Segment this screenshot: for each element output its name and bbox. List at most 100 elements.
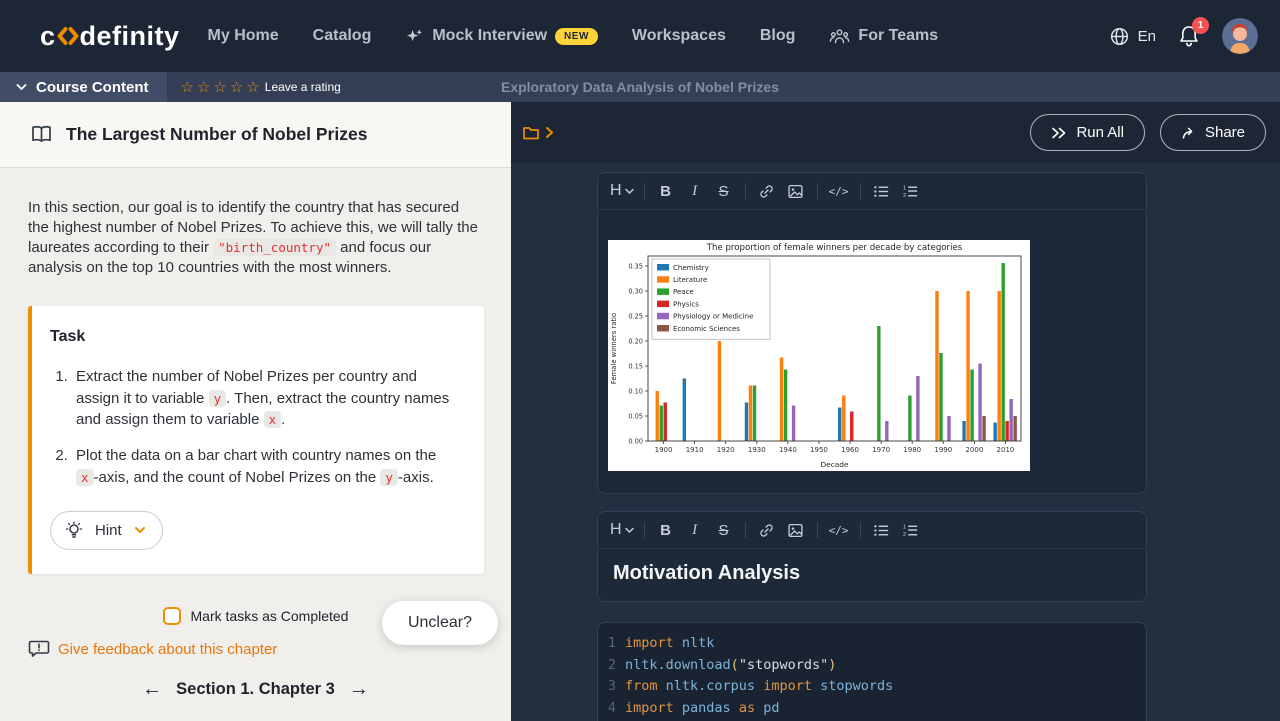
bullet-list-icon[interactable] <box>871 519 893 541</box>
codefinity-logo[interactable]: c definity <box>40 21 180 52</box>
mark-completed-checkbox[interactable] <box>163 607 181 625</box>
unclear-button[interactable]: Unclear? <box>382 601 498 645</box>
svg-text:0.30: 0.30 <box>628 287 643 295</box>
notebook-scroll-area[interactable]: HBIS</>12 The proportion of female winne… <box>511 163 1280 721</box>
image-cell: HBIS</>12 The proportion of female winne… <box>597 172 1147 494</box>
svg-text:Physiology or Medicine: Physiology or Medicine <box>673 313 753 321</box>
logo-text-suffix: definity <box>80 21 180 52</box>
toolbar-separator <box>817 183 818 199</box>
italic-icon[interactable]: I <box>684 519 706 541</box>
hint-button[interactable]: Hint <box>50 511 163 550</box>
inline-code-chip: x <box>264 411 282 428</box>
markdown-cell: HBIS </> 12 Motivation Analysis <box>597 511 1147 602</box>
nav-item-my-home[interactable]: My Home <box>208 27 279 45</box>
code-icon[interactable]: </> <box>828 180 850 202</box>
feedback-label: Give feedback about this chapter <box>58 641 277 658</box>
strikethrough-icon[interactable]: S <box>713 519 735 541</box>
bullet-list-icon[interactable] <box>871 180 893 202</box>
toolbar-separator <box>644 183 645 199</box>
logo-text-prefix: c <box>40 21 56 52</box>
svg-text:0.35: 0.35 <box>628 262 643 270</box>
svg-text:Female winners ratio: Female winners ratio <box>610 313 618 384</box>
notification-badge: 1 <box>1192 17 1209 34</box>
lesson-title: The Largest Number of Nobel Prizes <box>66 124 367 145</box>
svg-text:1: 1 <box>903 185 906 191</box>
next-chapter-arrow[interactable]: → <box>349 679 369 699</box>
heading-icon[interactable]: H <box>610 519 634 541</box>
chapter-nav: ← Section 1. Chapter 3 → <box>0 663 511 721</box>
nav-item-label: My Home <box>208 27 279 45</box>
inline-code-chip: y <box>209 390 227 407</box>
nav-item-for-teams[interactable]: For Teams <box>829 27 938 45</box>
heading-icon[interactable]: H <box>610 180 634 202</box>
nav-item-catalog[interactable]: Catalog <box>313 27 372 45</box>
nav-item-blog[interactable]: Blog <box>760 27 796 45</box>
ordered-list-icon[interactable]: 12 <box>900 519 922 541</box>
code-cell[interactable]: 1import nltk2nltk.download("stopwords")3… <box>597 622 1147 721</box>
user-avatar[interactable] <box>1222 18 1258 54</box>
image-icon[interactable] <box>785 519 807 541</box>
italic-icon[interactable]: I <box>684 180 706 202</box>
code-line: 3from nltk.corpus import stopwords <box>598 676 1146 698</box>
rating-star-icon[interactable]: ☆ <box>197 80 210 95</box>
run-all-label: Run All <box>1076 124 1124 141</box>
strikethrough-icon[interactable]: S <box>713 180 735 202</box>
nav-item-label: Workspaces <box>632 27 726 45</box>
code-text: nltk.download("stopwords") <box>616 655 836 677</box>
rating-star-icon[interactable]: ☆ <box>246 80 259 95</box>
link-icon[interactable] <box>756 519 778 541</box>
code-line: 4import pandas as pd <box>598 698 1146 720</box>
line-number: 2 <box>598 655 616 677</box>
share-label: Share <box>1205 124 1245 141</box>
nav-item-label: For Teams <box>858 27 938 45</box>
bold-icon[interactable]: B <box>655 180 677 202</box>
svg-text:The proportion of female winne: The proportion of female winners per dec… <box>706 243 963 253</box>
svg-text:0.10: 0.10 <box>628 387 643 395</box>
rating-star-icon[interactable]: ☆ <box>181 80 194 95</box>
image-icon[interactable] <box>785 180 807 202</box>
chevron-right-icon <box>545 126 554 139</box>
svg-text:Economic Sciences: Economic Sciences <box>673 325 740 333</box>
female-winners-chart: The proportion of female winners per dec… <box>608 240 1030 471</box>
ordered-list-icon[interactable]: 12 <box>900 180 922 202</box>
nav-item-mock-interview[interactable]: Mock InterviewNEW <box>405 27 598 46</box>
svg-text:2000: 2000 <box>965 446 983 454</box>
folder-breadcrumb[interactable] <box>522 125 554 141</box>
code-text: from nltk.corpus import stopwords <box>616 676 893 698</box>
course-content-label: Course Content <box>36 79 149 96</box>
lesson-body: In this section, our goal is to identify… <box>0 168 511 601</box>
rating-star-icon[interactable]: ☆ <box>230 80 243 95</box>
rating-star-icon[interactable]: ☆ <box>213 80 226 95</box>
folder-icon <box>522 125 540 141</box>
task-item: Extract the number of Nobel Prizes per c… <box>72 366 458 431</box>
globe-icon <box>1109 26 1130 47</box>
prev-chapter-arrow[interactable]: ← <box>142 679 162 699</box>
markdown-heading[interactable]: Motivation Analysis <box>598 549 1146 601</box>
bold-icon[interactable]: B <box>655 519 677 541</box>
svg-text:1930: 1930 <box>748 446 766 454</box>
svg-text:1990: 1990 <box>934 446 952 454</box>
mark-completed-label: Mark tasks as Completed <box>191 608 349 624</box>
line-number: 3 <box>598 676 616 698</box>
notifications-button[interactable]: 1 <box>1178 24 1200 48</box>
svg-text:2010: 2010 <box>997 446 1015 454</box>
lesson-panel: The Largest Number of Nobel Prizes In th… <box>0 102 511 721</box>
svg-text:1910: 1910 <box>686 446 704 454</box>
chevron-down-icon <box>134 526 146 534</box>
inline-code-chip: "birth_country" <box>213 239 336 256</box>
svg-text:0.20: 0.20 <box>628 337 643 345</box>
language-selector[interactable]: En <box>1109 26 1156 47</box>
run-all-button[interactable]: Run All <box>1030 114 1145 151</box>
leave-rating-label[interactable]: Leave a rating <box>265 80 341 94</box>
toolbar-separator <box>860 183 861 199</box>
course-content-menu[interactable]: Course Content <box>0 72 167 102</box>
nav-item-workspaces[interactable]: Workspaces <box>632 27 726 45</box>
svg-text:2: 2 <box>903 193 906 199</box>
svg-text:1: 1 <box>903 524 906 530</box>
svg-text:0.00: 0.00 <box>628 437 643 445</box>
share-button[interactable]: Share <box>1160 114 1266 151</box>
link-icon[interactable] <box>756 180 778 202</box>
sparkles-icon <box>405 27 424 46</box>
task-card: Task Extract the number of Nobel Prizes … <box>28 306 484 574</box>
code-icon[interactable]: </> <box>828 519 850 541</box>
